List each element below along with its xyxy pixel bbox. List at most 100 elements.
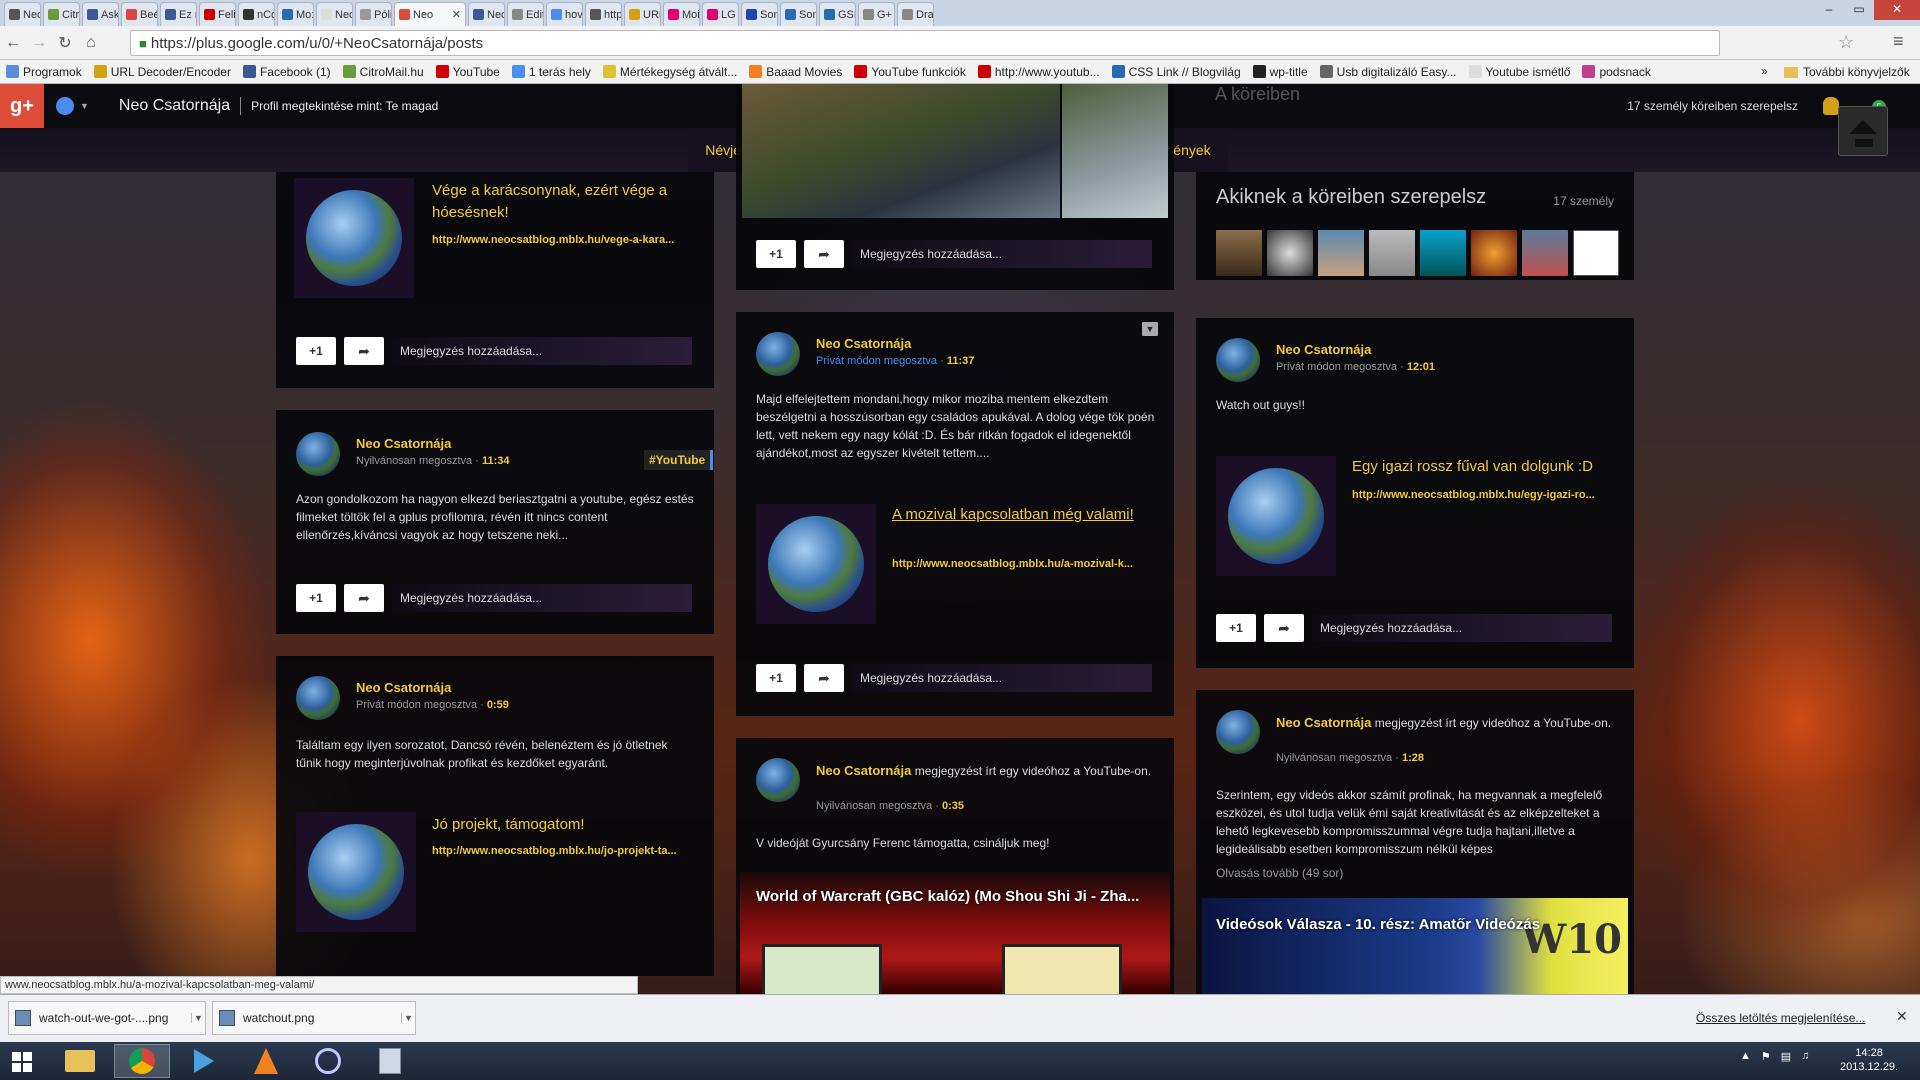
browser-tab[interactable]: Son: [780, 2, 817, 26]
link-thumbnail[interactable]: [756, 504, 876, 624]
bookmark-item[interactable]: CSS Link // Blogvilág: [1111, 65, 1241, 79]
calculator-icon[interactable]: [362, 1044, 418, 1078]
bookmark-item[interactable]: http://www.youtub...: [977, 65, 1100, 79]
show-all-downloads-link[interactable]: Összes letöltés megjelenítése...: [1696, 1011, 1865, 1025]
scroll-to-top-button[interactable]: [1838, 106, 1888, 156]
chevron-down-icon[interactable]: ▼: [1142, 322, 1158, 336]
media-player-icon[interactable]: [176, 1044, 232, 1078]
visibility-label[interactable]: Nyilvánosan megosztva: [816, 800, 932, 812]
forward-icon[interactable]: →: [26, 34, 52, 52]
author-avatar[interactable]: [1216, 710, 1260, 754]
post-photo[interactable]: [742, 84, 1060, 218]
link-thumbnail[interactable]: [294, 178, 414, 298]
share-icon[interactable]: ➦: [804, 240, 844, 268]
bookmark-item[interactable]: YouTube funkciók: [854, 65, 966, 79]
notification-bell-icon[interactable]: [1823, 97, 1839, 115]
download-item[interactable]: watchout.png ▼: [212, 1001, 416, 1035]
link-title[interactable]: Jó projekt, támogatom!: [432, 814, 692, 836]
bookmark-item[interactable]: wp-title: [1252, 65, 1308, 79]
avatar[interactable]: [1318, 230, 1364, 276]
other-bookmarks-folder[interactable]: További könyvjelzők: [1784, 60, 1910, 84]
author-avatar[interactable]: [296, 676, 340, 720]
link-thumbnail[interactable]: [1216, 456, 1336, 576]
post-time[interactable]: 1:28: [1402, 752, 1424, 764]
browser-tab[interactable]: Ez n: [160, 2, 197, 26]
post-author[interactable]: Neo Csatornája: [1276, 715, 1371, 730]
link-title[interactable]: Vége a karácsonynak, ezért vége a hóesés…: [432, 180, 702, 224]
browser-tab[interactable]: nCo: [238, 2, 275, 26]
network-icon[interactable]: ▤: [1781, 1050, 1791, 1063]
bookmark-item[interactable]: Programok: [6, 65, 82, 79]
video-thumbnail[interactable]: W10: [1202, 898, 1628, 994]
post-author[interactable]: Neo Csatornája: [816, 763, 911, 778]
close-tab-icon[interactable]: ✕: [452, 8, 461, 21]
browser-tab[interactable]: Mo:: [277, 2, 314, 26]
post-author[interactable]: Neo Csatornája: [816, 336, 911, 351]
visibility-label[interactable]: Nyilvánosan megosztva: [356, 455, 472, 467]
avatar[interactable]: [1369, 230, 1415, 276]
browser-tab[interactable]: http: [585, 2, 622, 26]
reload-icon[interactable]: ↻: [52, 33, 78, 53]
chrome-taskbar-icon[interactable]: [114, 1044, 170, 1078]
bookmark-star-icon[interactable]: ☆: [1838, 32, 1854, 53]
file-explorer-icon[interactable]: [52, 1044, 108, 1078]
post-time[interactable]: 0:35: [942, 800, 964, 812]
minimize-button[interactable]: –: [1814, 0, 1844, 20]
visibility-label[interactable]: Privát módon megosztva: [816, 355, 937, 367]
bookmark-item[interactable]: URL Decoder/Encoder: [93, 65, 231, 79]
browser-tab[interactable]: GSM: [819, 2, 856, 26]
browser-tab[interactable]: Neo ✕: [394, 2, 466, 26]
post-author[interactable]: Neo Csatornája: [356, 680, 451, 695]
bookmark-item[interactable]: YouTube: [435, 65, 500, 79]
browser-tab[interactable]: Ask: [82, 2, 119, 26]
bookmark-item[interactable]: Usb digitalizáló Easy...: [1319, 65, 1457, 79]
link-title[interactable]: Egy igazi rossz fűval van dolgunk :D: [1352, 456, 1622, 478]
browser-tab[interactable]: Neo: [316, 2, 353, 26]
volume-icon[interactable]: ♫: [1801, 1050, 1809, 1063]
back-icon[interactable]: ←: [0, 34, 26, 52]
video-title[interactable]: Videósok Válasza - 10. rész: Amatőr Vide…: [1216, 916, 1576, 933]
circles-title[interactable]: Akiknek a köreiben szerepelsz: [1216, 186, 1486, 209]
page-name[interactable]: Neo Csatornája: [119, 97, 230, 115]
browser-tab[interactable]: Neo: [468, 2, 505, 26]
post-time[interactable]: 0:59: [487, 699, 509, 711]
close-window-button[interactable]: ✕: [1874, 0, 1920, 20]
close-downloads-icon[interactable]: ✕: [1896, 1008, 1908, 1025]
browser-tab[interactable]: Edit: [507, 2, 544, 26]
bookmark-item[interactable]: Mértékegység átvált...: [602, 65, 737, 79]
browser-tab[interactable]: Citro: [43, 2, 80, 26]
visibility-label[interactable]: Nyilvánosan megosztva: [1276, 752, 1392, 764]
link-url[interactable]: http://www.neocsatblog.mblx.hu/a-mozival…: [892, 558, 1156, 570]
comment-input[interactable]: Megjegyzés hozzáadása...: [852, 240, 1152, 268]
author-avatar[interactable]: [1216, 338, 1260, 382]
comment-input[interactable]: Megjegyzés hozzáadása...: [392, 337, 692, 365]
browser-tab[interactable]: Neo: [4, 2, 41, 26]
link-title[interactable]: A mozival kapcsolatban még valami!: [892, 504, 1156, 526]
avatar[interactable]: [1522, 230, 1568, 276]
bookmark-item[interactable]: Facebook (1): [242, 65, 331, 79]
bookmark-item[interactable]: Youtube ismétlő: [1468, 65, 1570, 79]
share-icon[interactable]: ➦: [344, 584, 384, 612]
bookmark-item[interactable]: 1 terás hely: [511, 65, 591, 79]
comment-input[interactable]: Megjegyzés hozzáadása...: [392, 584, 692, 612]
download-item[interactable]: watch-out-we-got-....png ▼: [8, 1001, 206, 1035]
bookmark-item[interactable]: Baaad Movies: [749, 65, 842, 79]
avatar[interactable]: [1573, 230, 1619, 276]
account-switcher[interactable]: ▼: [56, 97, 89, 115]
share-icon[interactable]: ➦: [1264, 614, 1304, 642]
view-as-label[interactable]: Profil megtekintése mint: Te magad: [251, 99, 438, 113]
browser-tab[interactable]: LG F: [702, 2, 739, 26]
avatar[interactable]: [1471, 230, 1517, 276]
post-time[interactable]: 12:01: [1407, 361, 1435, 373]
link-url[interactable]: http://www.neocsatblog.mblx.hu/jo-projek…: [432, 845, 692, 857]
vlc-icon[interactable]: [238, 1044, 294, 1078]
bookmark-item[interactable]: CitroMail.hu: [342, 65, 424, 79]
browser-tab[interactable]: Beé:: [121, 2, 158, 26]
avatar[interactable]: [1267, 230, 1313, 276]
browser-tab[interactable]: Póli: [355, 2, 392, 26]
app-icon[interactable]: [300, 1044, 356, 1078]
chevron-down-icon[interactable]: ▼: [191, 1013, 205, 1023]
browser-tab[interactable]: Dra: [897, 2, 934, 26]
chevron-down-icon[interactable]: ▼: [401, 1013, 415, 1023]
circled-by-count[interactable]: 17 személy köreiben szerepelsz: [1627, 99, 1798, 113]
